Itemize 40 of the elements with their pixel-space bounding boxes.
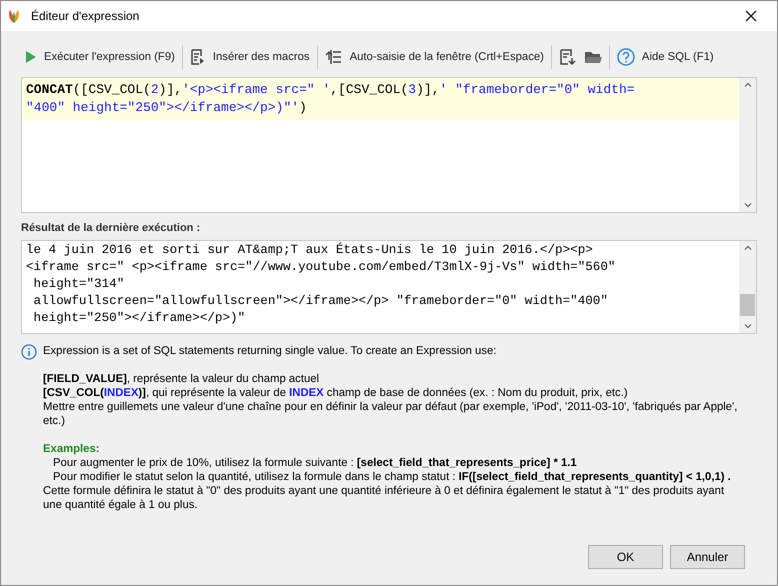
result-line: allowfullscreen="allowfullscreen"></iframe></p> "frameborder="0" width="400" bbox=[32, 292, 609, 310]
help-text: [FIELD_VALUE], représente la valeur du champ actuel bbox=[43, 372, 320, 386]
example-text: Pour modifier le statut selon la quantité, utilisez la formule dans le champ statut : IF([select_field_that_represents_quantity] < 1,0,1) . bbox=[52, 470, 732, 484]
result-line: height="250"></iframe></p>)" bbox=[32, 310, 246, 326]
scroll-up-icon[interactable] bbox=[744, 82, 752, 87]
result-label: Résultat de la dernière exécution : bbox=[21, 221, 202, 236]
leaf-logo-icon bbox=[7, 8, 21, 24]
result-line: height="314" bbox=[32, 276, 126, 292]
help-text: Mettre entre guillemets une valeur d'une chaîne pour en définir la valeur par défaut (par exemple, 'iPod', '2011-03-10', 'fabriqués par Apple', etc.) bbox=[43, 400, 738, 428]
document-download-icon bbox=[558, 48, 576, 66]
result-line: le 4 juin 2016 et sorti sur AT&amp;T aux États-Unis le 10 juin 2016.</p><p> bbox=[26, 242, 594, 258]
scroll-down-icon[interactable] bbox=[744, 324, 752, 328]
document-arrow-icon bbox=[190, 49, 206, 65]
code-line: "400" height="250"></iframe></p>)"') bbox=[26, 99, 308, 117]
close-icon[interactable] bbox=[745, 10, 757, 22]
example-text: Pour augmenter le prix de 10%, utilisez la formule suivante : [select_field_that_represents_price] * 1.1 bbox=[52, 456, 578, 470]
info-icon bbox=[21, 344, 37, 360]
list-arrow-icon bbox=[324, 49, 343, 65]
result-line: <iframe src=" <p><iframe src="//www.youtube.com/embed/T3mlX-9j-Vs" width="560" bbox=[26, 258, 616, 276]
dialog-button[interactable]: OK bbox=[588, 545, 663, 569]
scroll-up-icon[interactable] bbox=[744, 244, 752, 250]
help-icon bbox=[616, 48, 635, 66]
toolbar-button[interactable]: Exécuter l'expression (F9) bbox=[21, 43, 179, 71]
toolbar-button[interactable]: Insérer des macros bbox=[186, 43, 314, 71]
code-line: CONCAT([CSV_COL(2)],'<p><iframe src=" ',[CSV_COL(3)],' "frameborder="0" width= bbox=[26, 81, 636, 99]
examples-heading: Examples: bbox=[43, 442, 101, 456]
scrollbar[interactable] bbox=[739, 78, 756, 212]
help-text: [CSV_COL(INDEX)], qui représente la valeur de INDEX champ de base de données (ex. : Nom du produit, prix, etc.) bbox=[43, 386, 629, 400]
scroll-thumb[interactable] bbox=[740, 294, 755, 316]
scrollbar[interactable] bbox=[739, 240, 756, 332]
folder-icon bbox=[584, 50, 602, 64]
expression-editor[interactable]: CONCAT([CSV_COL(2)],'<p><iframe src=" ',[CSV_COL(3)],' "frameborder="0" width= "400" height="250"></iframe></p>)"') bbox=[21, 77, 757, 213]
toolbar-button[interactable]: Auto-saisie de la fenêtre (Crtl+Espace) bbox=[320, 43, 548, 71]
play-icon bbox=[25, 50, 37, 64]
dialog-button[interactable]: Annuler bbox=[670, 545, 745, 569]
toolbar-button[interactable]: Aide SQL (F1) bbox=[612, 43, 718, 71]
help-intro: Expression is a set of SQL statements returning single value. To create an Expression use: bbox=[43, 344, 498, 358]
window-title: Éditeur d'expression bbox=[31, 8, 140, 25]
help-note: Cette formule définira le statut à "0" des produits ayant une quantité inférieure à 0 et définira également le statut à "1" des produits ayant une quantité égale à 1 ou plus. bbox=[43, 484, 726, 512]
scroll-down-icon[interactable] bbox=[744, 203, 752, 208]
